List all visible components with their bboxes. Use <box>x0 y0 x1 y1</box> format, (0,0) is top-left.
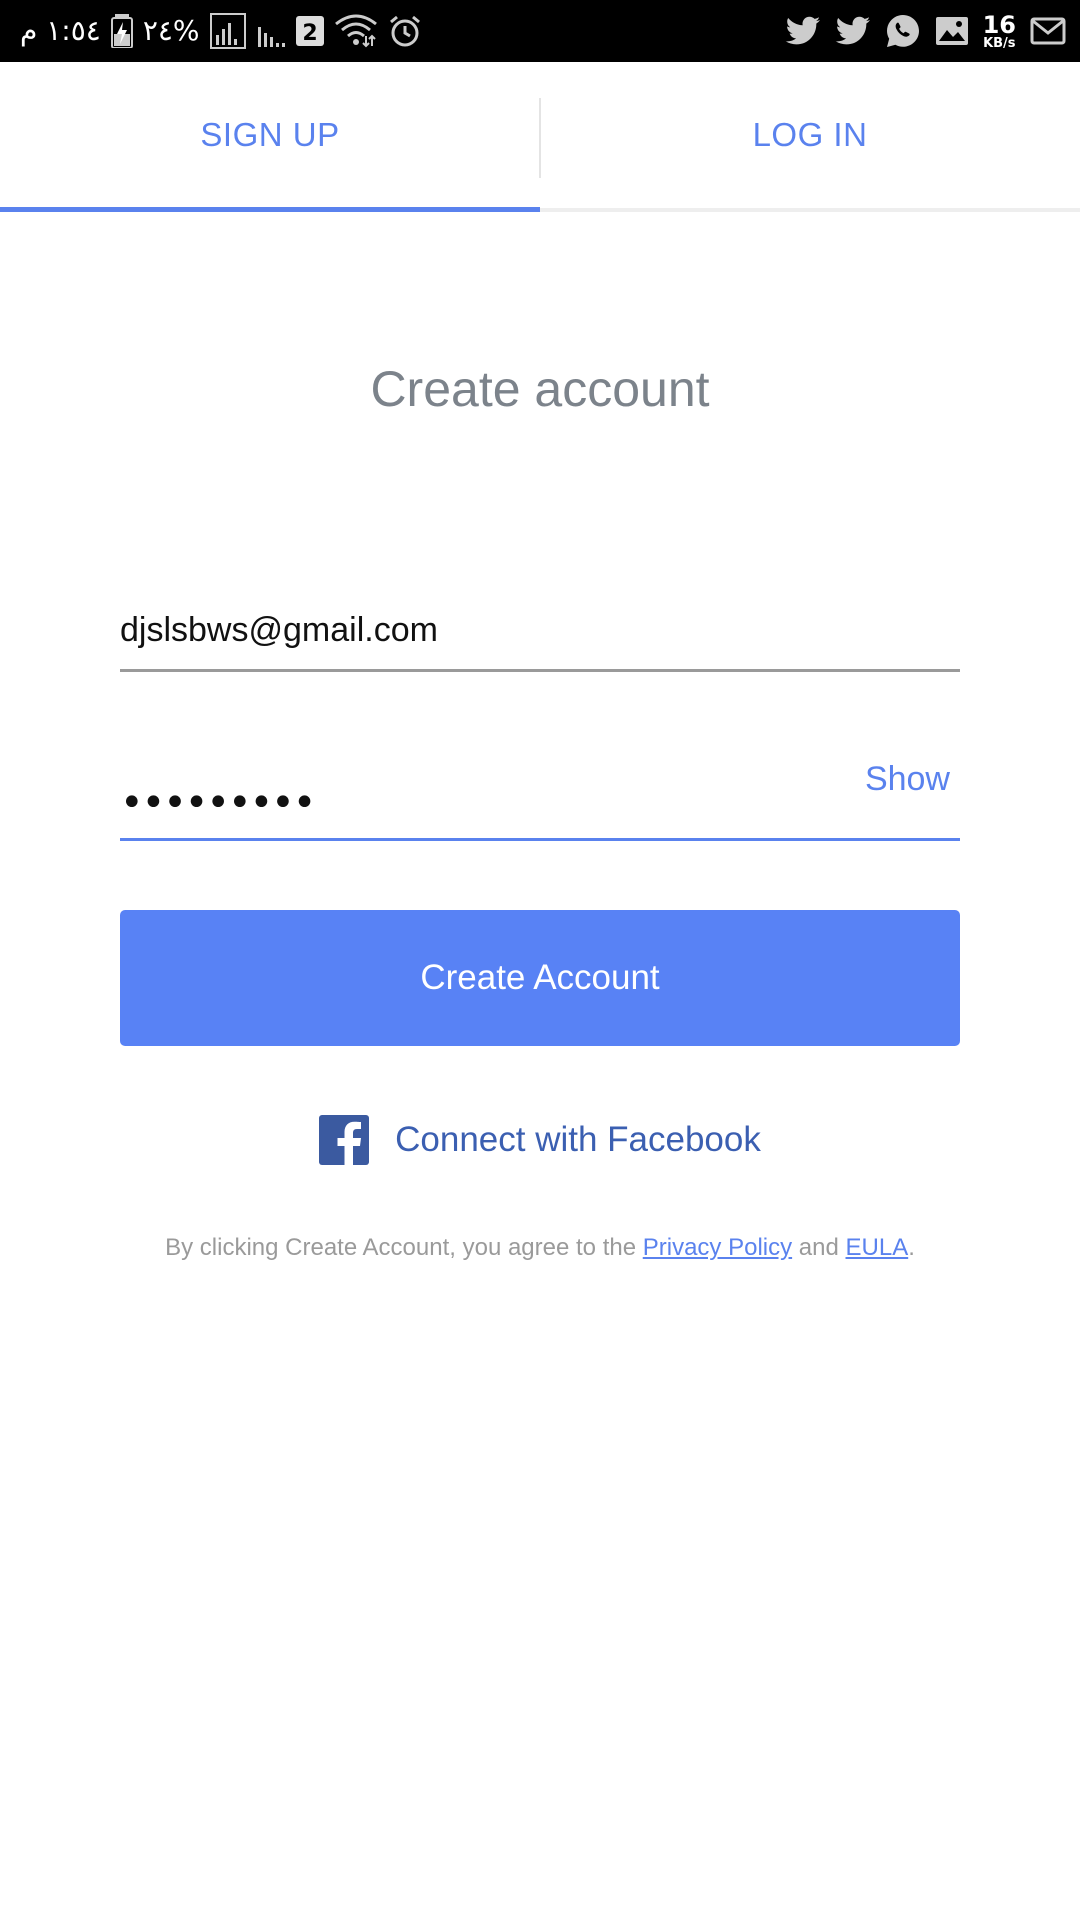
legal-prefix: By clicking Create Account, you agree to… <box>165 1234 643 1261</box>
network-speed-value: 16 <box>982 10 1016 39</box>
email-field[interactable] <box>120 600 960 660</box>
tab-sign-up-label: SIGN UP <box>200 116 340 153</box>
sim-2-badge: 2 <box>302 21 317 46</box>
auth-tabs: SIGN UP LOG IN <box>0 62 1080 212</box>
create-account-button[interactable]: Create Account <box>120 910 960 1046</box>
whatsapp-icon <box>885 13 921 49</box>
image-icon <box>935 16 969 46</box>
facebook-icon <box>319 1115 370 1165</box>
email-field-container <box>120 600 960 672</box>
signal-1-icon <box>209 13 246 49</box>
connect-facebook-label: Connect with Facebook <box>395 1120 761 1159</box>
legal-suffix: . <box>908 1234 915 1261</box>
wifi-icon <box>334 14 378 48</box>
eula-link[interactable]: EULA <box>846 1234 909 1261</box>
battery-percent: %٢٤ <box>142 14 200 47</box>
network-speed-unit: KB/s <box>983 35 1016 51</box>
mail-icon <box>1030 16 1066 46</box>
network-speed: 16 KB/s <box>983 13 1016 50</box>
twitter-icon <box>835 16 871 46</box>
tab-sign-up[interactable]: SIGN UP <box>0 62 540 212</box>
legal-conjunction: and <box>792 1234 846 1261</box>
battery-charging-icon <box>110 14 133 48</box>
password-value: ••••••••• <box>120 780 316 826</box>
tab-log-in[interactable]: LOG IN <box>540 62 1080 208</box>
signal-2-icon <box>256 13 286 49</box>
sim-2-icon: 2 <box>295 16 324 46</box>
privacy-policy-link[interactable]: Privacy Policy <box>643 1234 792 1261</box>
page-title: Create account <box>370 361 710 417</box>
tab-divider <box>539 98 541 178</box>
alarm-icon <box>388 14 422 48</box>
legal-notice: By clicking Create Account, you agree to… <box>0 1234 1080 1262</box>
clock-time: ١:٥٤ م <box>20 14 101 47</box>
connect-facebook-button[interactable]: Connect with Facebook <box>0 1112 1080 1168</box>
show-password-toggle[interactable]: Show <box>865 760 950 799</box>
status-bar: ١:٥٤ م %٢٤ 2 16 KB/s <box>0 0 1080 62</box>
password-field[interactable]: ••••••••• Show <box>120 760 960 841</box>
status-right-group: 16 KB/s <box>785 0 1066 62</box>
tab-log-in-label: LOG IN <box>752 116 868 153</box>
status-left-group: ١:٥٤ م %٢٤ 2 <box>20 0 422 62</box>
twitter-icon <box>785 16 821 46</box>
